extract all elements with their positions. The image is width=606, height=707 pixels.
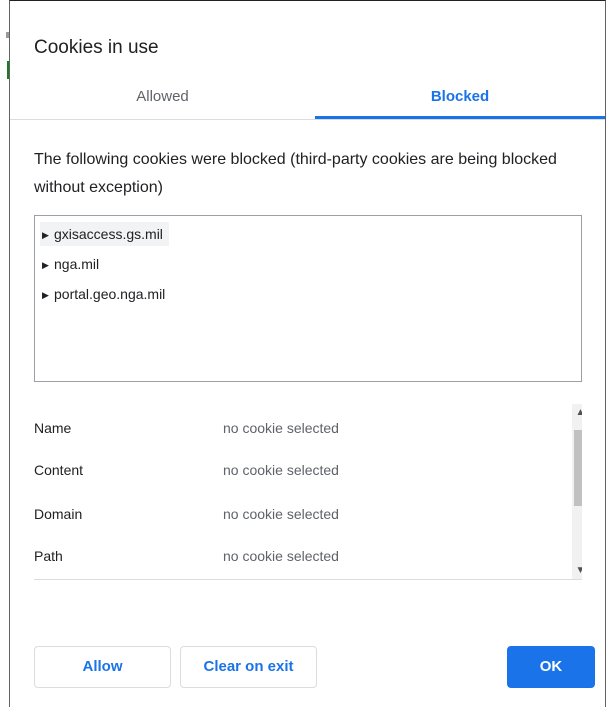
cookie-details-panel: Name no cookie selected Content no cooki… [34,404,582,580]
screen: Cookies in use Allowed Blocked The follo… [0,0,606,707]
tree-item-label: portal.geo.nga.mil [54,286,166,302]
chevron-up-icon[interactable]: ▲ [572,404,582,421]
tab-bar: Allowed Blocked [10,77,605,120]
detail-value: no cookie selected [223,506,339,522]
detail-value: no cookie selected [223,462,339,478]
cookies-dialog: Cookies in use Allowed Blocked The follo… [9,0,606,707]
clear-on-exit-button[interactable]: Clear on exit [180,646,317,688]
allow-button[interactable]: Allow [34,646,171,688]
background-window-edge [0,0,10,707]
expand-arrow-icon[interactable]: ▶ [42,223,54,247]
tree-item[interactable]: ▶ portal.geo.nga.mil [40,282,171,306]
scrollbar-thumb[interactable] [574,430,582,506]
details-scrollbar[interactable]: ▲ ▼ [572,404,582,579]
detail-value: no cookie selected [223,420,339,436]
detail-label: Domain [34,506,83,522]
detail-value: no cookie selected [223,548,339,564]
detail-label: Path [34,548,63,564]
tree-item[interactable]: ▶ gxisaccess.gs.mil [40,222,169,246]
detail-label: Content [34,462,84,478]
tree-item-label: nga.mil [54,256,100,272]
active-tab-indicator [315,116,605,119]
detail-row-name: Name no cookie selected [34,416,569,440]
tab-allowed[interactable]: Allowed [10,77,315,117]
detail-row-path: Path no cookie selected [34,544,569,568]
chevron-down-icon[interactable]: ▼ [572,562,582,579]
tab-blocked[interactable]: Blocked [315,77,605,117]
dialog-title: Cookies in use [34,37,159,58]
blocked-description: The following cookies were blocked (thir… [34,151,557,196]
cookie-tree[interactable]: ▶ gxisaccess.gs.mil ▶ nga.mil ▶ portal.geo.… [34,215,582,382]
expand-arrow-icon[interactable]: ▶ [42,253,54,277]
detail-row-domain: Domain no cookie selected [34,502,569,526]
ok-button[interactable]: OK [507,646,595,688]
tree-item[interactable]: ▶ nga.mil [40,252,105,276]
detail-label: Name [34,420,72,436]
detail-row-content: Content no cookie selected [34,458,569,482]
tree-item-label: gxisaccess.gs.mil [54,226,163,242]
expand-arrow-icon[interactable]: ▶ [42,283,54,307]
